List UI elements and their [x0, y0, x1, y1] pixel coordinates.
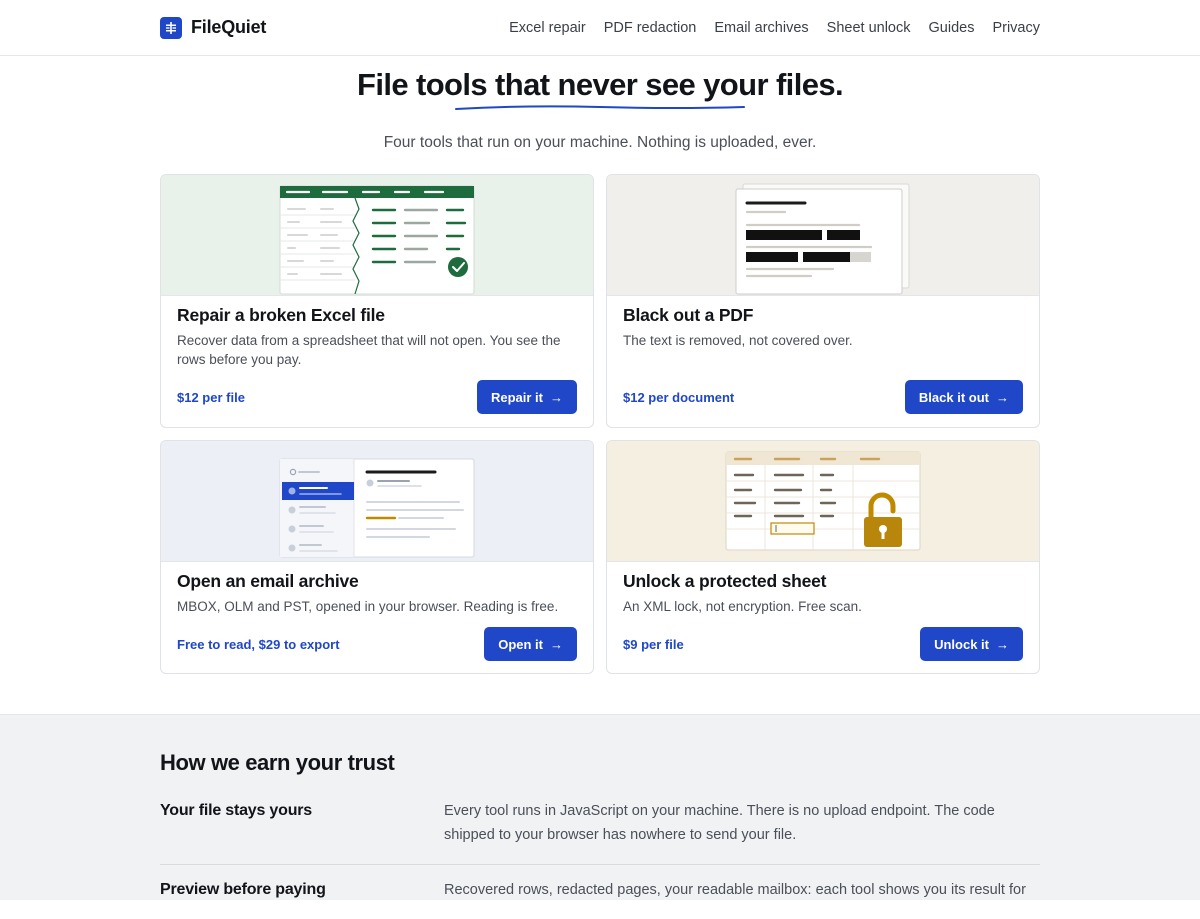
card-title: Unlock a protected sheet: [623, 571, 827, 591]
card-footer: $12 per document Black it out →: [623, 380, 1023, 414]
mailbox-icon: [279, 458, 475, 558]
nav-excel-repair[interactable]: Excel repair: [509, 20, 586, 36]
card-title: Repair a broken Excel file: [177, 305, 385, 325]
brand-link[interactable]: FileQuiet: [160, 16, 267, 39]
trust-item: Preview before paying Recovered rows, re…: [160, 881, 1040, 919]
card-title: Open an email archive: [177, 571, 359, 591]
unlock-sheet-icon: [725, 451, 921, 551]
hero-subtitle: Four tools that run on your machine. Not…: [383, 134, 817, 151]
card-price: $9 per file: [623, 636, 684, 652]
trust-inner: How we earn your trust Your file stays y…: [160, 715, 1040, 919]
tool-cards: Repair a broken Excel file Recover data …: [160, 174, 1040, 674]
trust-item: Your file stays yours Every tool runs in…: [160, 802, 1040, 865]
hero-underline: [160, 102, 1040, 116]
trust-item-text: Recovered rows, redacted pages, your rea…: [444, 882, 1026, 898]
arrow-right-icon: →: [550, 636, 563, 652]
button-label: Black it out: [918, 389, 989, 405]
card-sheet-unlock: Unlock a protected sheet An XML lock, no…: [606, 440, 1040, 674]
hero: File tools that never see your files. Fo…: [0, 56, 1200, 152]
card-excel-repair: Repair a broken Excel file Recover data …: [160, 174, 594, 428]
card-pdf-redaction: Black out a PDF The text is removed, not…: [606, 174, 1040, 428]
card-title: Black out a PDF: [623, 305, 754, 325]
open-it-button[interactable]: Open it →: [484, 627, 577, 661]
brand-name: FileQuiet: [191, 17, 267, 37]
card-description: The text is removed, not covered over.: [623, 333, 853, 348]
squiggle-underline-icon: [455, 105, 745, 110]
button-label: Unlock it: [934, 636, 989, 652]
card-illustration: [161, 441, 593, 562]
card-description: Recover data from a spreadsheet that wil…: [177, 333, 561, 367]
card-illustration: [161, 175, 593, 296]
card-footer: $9 per file Unlock it →: [623, 627, 1023, 661]
card-body: Repair a broken Excel file Recover data …: [161, 296, 593, 427]
trust-heading: How we earn your trust: [160, 750, 395, 775]
card-body: Open an email archive MBOX, OLM and PST,…: [161, 562, 593, 673]
card-illustration: [607, 175, 1039, 296]
nav-pdf-redaction[interactable]: PDF redaction: [604, 20, 697, 36]
spreadsheet-repair-icon: [279, 185, 475, 295]
header-inner: FileQuiet Excel repair PDF redaction Ema…: [160, 0, 1040, 55]
hero-title: File tools that never see your files.: [356, 67, 844, 102]
site-header: FileQuiet Excel repair PDF redaction Ema…: [0, 0, 1200, 56]
trust-section: How we earn your trust Your file stays y…: [0, 714, 1200, 900]
button-label: Repair it: [490, 389, 543, 405]
repair-it-button[interactable]: Repair it →: [476, 380, 577, 414]
redacted-document-icon: [735, 183, 910, 295]
card-illustration: [607, 441, 1039, 562]
card-footer: Free to read, $29 to export Open it →: [177, 627, 577, 661]
trust-item-label: Preview before paying: [160, 881, 326, 898]
unlock-it-button[interactable]: Unlock it →: [920, 627, 1023, 661]
card-description: MBOX, OLM and PST, opened in your browse…: [177, 599, 559, 614]
trust-item-label: Your file stays yours: [160, 802, 313, 819]
card-description: An XML lock, not encryption. Free scan.: [623, 599, 862, 614]
nav-sheet-unlock[interactable]: Sheet unlock: [827, 20, 911, 36]
arrow-right-icon: →: [996, 389, 1009, 405]
arrow-right-icon: →: [996, 636, 1009, 652]
black-it-out-button[interactable]: Black it out →: [904, 380, 1023, 414]
card-price: $12 per file: [177, 389, 245, 405]
filequiet-logo-icon: [160, 16, 182, 39]
arrow-right-icon: →: [550, 389, 563, 405]
card-footer: $12 per file Repair it →: [177, 380, 577, 414]
nav-guides[interactable]: Guides: [929, 20, 975, 36]
card-price: Free to read, $29 to export: [177, 636, 340, 652]
card-body: Unlock a protected sheet An XML lock, no…: [607, 562, 1039, 673]
nav-privacy[interactable]: Privacy: [992, 20, 1040, 36]
button-label: Open it: [498, 636, 543, 652]
card-price: $12 per document: [623, 389, 735, 405]
card-email-archive: Open an email archive MBOX, OLM and PST,…: [160, 440, 594, 674]
trust-item-text: Every tool runs in JavaScript on your ma…: [444, 803, 995, 843]
main-nav: Excel repair PDF redaction Email archive…: [509, 20, 1040, 36]
card-body: Black out a PDF The text is removed, not…: [607, 296, 1039, 427]
nav-email-archives[interactable]: Email archives: [714, 20, 808, 36]
